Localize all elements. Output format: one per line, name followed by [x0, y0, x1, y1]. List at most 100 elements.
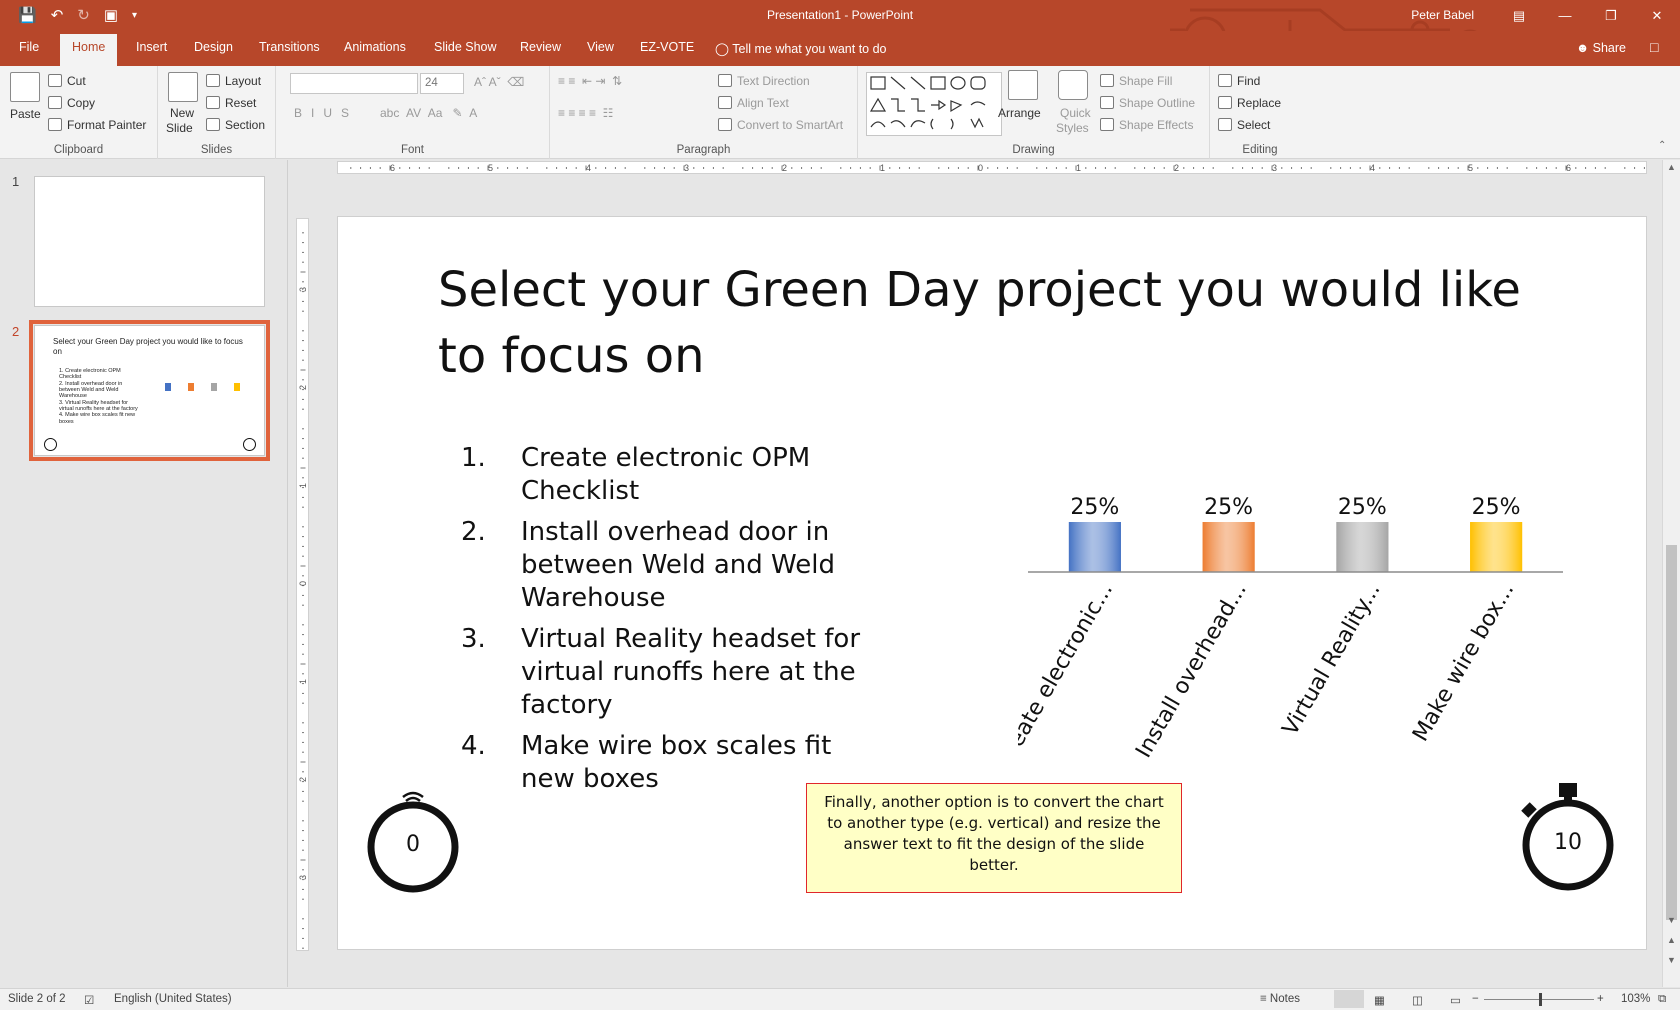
slide-show-icon[interactable]: ▭ — [1450, 993, 1461, 1007]
text-direction-button[interactable]: Text Direction — [718, 74, 810, 88]
ruler-label: 3 — [684, 163, 689, 173]
tab-review[interactable]: Review — [520, 40, 561, 54]
copy-button[interactable]: Copy — [48, 96, 95, 110]
format-painter-button[interactable]: Format Painter — [48, 118, 146, 132]
arrange-button[interactable]: Arrange — [998, 106, 1041, 120]
reading-view-icon[interactable]: ◫ — [1412, 993, 1423, 1007]
pen-icon — [1100, 96, 1114, 109]
previous-slide-icon[interactable]: ▲ — [1667, 935, 1676, 945]
shape-fill-button[interactable]: Shape Fill — [1100, 74, 1172, 88]
font-group-label: Font — [400, 144, 424, 156]
tab-transitions[interactable]: Transitions — [259, 40, 320, 54]
slide-thumbnail-2[interactable]: Select your Green Day project you would … — [29, 320, 270, 461]
quick-styles-button[interactable]: Quick — [1060, 106, 1091, 120]
instructions-note[interactable]: Finally, another option is to convert th… — [806, 783, 1182, 893]
comments-icon[interactable]: □ — [1650, 39, 1658, 55]
tab-insert[interactable]: Insert — [136, 40, 167, 54]
grow-font-button[interactable]: Aˆ Aˇ ⌫ — [474, 75, 524, 89]
zoom-in-icon[interactable]: + — [1597, 993, 1604, 1005]
paste-icon[interactable] — [10, 72, 40, 102]
thumb-timer-right — [243, 438, 256, 451]
project-list[interactable]: 1. Create electronic OPM Checklist 2. Inst… — [461, 442, 881, 804]
slide-number-1: 1 — [12, 174, 20, 189]
tab-design[interactable]: Design — [194, 40, 233, 54]
slide-number-2: 2 — [12, 324, 20, 339]
strikethrough-button[interactable]: abc AV Aa ✎ A — [380, 106, 477, 120]
tab-ez-vote[interactable]: EZ-VOTE — [640, 40, 694, 54]
tab-slide-show[interactable]: Slide Show — [434, 40, 497, 54]
countdown-timer[interactable]: 10 — [1513, 783, 1623, 903]
quick-styles-button-line2[interactable]: Styles — [1056, 121, 1089, 135]
spell-check-icon[interactable]: ☑ — [84, 993, 94, 1007]
vertical-scrollbar[interactable]: ▲ ▼ ▲ ▼ — [1662, 160, 1680, 987]
notes-button[interactable]: ≡ Notes — [1260, 993, 1300, 1005]
quick-styles-icon[interactable] — [1058, 70, 1088, 100]
minimize-icon[interactable]: — — [1542, 0, 1588, 31]
cut-label: Cut — [67, 74, 86, 88]
find-button[interactable]: Find — [1218, 74, 1260, 88]
next-slide-icon[interactable]: ▼ — [1667, 955, 1676, 965]
font-size-combo[interactable]: 24 — [420, 73, 464, 94]
section-button[interactable]: Section — [206, 118, 265, 132]
slides-group-label: Slides — [200, 144, 233, 156]
shape-effects-button[interactable]: Shape Effects — [1100, 118, 1194, 132]
paste-button[interactable]: Paste — [10, 107, 41, 121]
ruler-label: 1 — [298, 483, 308, 488]
tab-animations[interactable]: Animations — [344, 40, 406, 54]
list-item-text: Create electronic OPM Checklist — [521, 443, 811, 506]
arrange-icon[interactable] — [1008, 70, 1038, 100]
font-format-buttons[interactable]: BIUS — [294, 106, 358, 120]
scroll-down-icon[interactable]: ▼ — [1667, 915, 1676, 925]
align-text-button[interactable]: Align Text — [718, 96, 789, 110]
new-slide-button-line2[interactable]: Slide — [166, 121, 193, 135]
ruler-label: 3 — [298, 875, 308, 880]
drawing-group: Arrange Quick Styles Shape Fill Shape Ou… — [858, 66, 1210, 159]
cut-button[interactable]: Cut — [48, 74, 86, 88]
new-slide-button[interactable]: New — [170, 106, 194, 120]
share-button[interactable]: ☻ Share — [1576, 41, 1626, 55]
copy-icon — [48, 96, 62, 109]
font-name-combo[interactable] — [290, 73, 418, 94]
collapse-ribbon-icon[interactable]: ⌃ — [1658, 140, 1666, 151]
convert-smartart-button[interactable]: Convert to SmartArt — [718, 118, 843, 132]
horizontal-ruler[interactable]: 6 5 4 3 2 1 0 1 2 3 4 5 6 — [337, 161, 1647, 174]
tab-view[interactable]: View — [587, 40, 614, 54]
ruler-label: 1 — [298, 679, 308, 684]
reset-button[interactable]: Reset — [206, 96, 256, 110]
align-buttons[interactable]: ≡ ≡ ≡ ≡ ☷ — [558, 106, 613, 120]
bullets-button[interactable]: ≡ ≡ ⇤ ⇥ ⇅ — [558, 74, 622, 88]
zoom-slider-knob[interactable] — [1539, 993, 1542, 1006]
shape-effects-label: Shape Effects — [1119, 118, 1194, 132]
vertical-ruler[interactable]: 3 2 1 0 1 2 3 — [296, 218, 309, 951]
brush-icon — [48, 118, 62, 131]
select-button[interactable]: Select — [1218, 118, 1270, 132]
zoom-level[interactable]: 103% — [1621, 993, 1650, 1005]
restore-icon[interactable]: ❐ — [1588, 0, 1634, 31]
replace-button[interactable]: Replace — [1218, 96, 1281, 110]
tab-file[interactable]: File — [19, 40, 39, 54]
slide-title[interactable]: Select your Green Day project you would … — [438, 257, 1558, 389]
normal-view-button[interactable] — [1334, 990, 1364, 1008]
list-item: 3. Virtual Reality headset for virtual ru… — [461, 623, 881, 722]
slide-sorter-icon[interactable]: ▦ — [1374, 993, 1385, 1007]
language-indicator[interactable]: English (United States) — [114, 993, 232, 1005]
cursor-icon — [1218, 118, 1232, 131]
shape-outline-button[interactable]: Shape Outline — [1100, 96, 1195, 110]
scrollbar-thumb[interactable] — [1666, 545, 1677, 920]
tab-home[interactable]: Home — [60, 34, 118, 66]
slide-thumbnail-1[interactable] — [34, 176, 265, 307]
tell-me-search[interactable]: ◯ Tell me what you want to do — [715, 41, 887, 56]
scroll-up-icon[interactable]: ▲ — [1667, 162, 1676, 172]
person-icon: ☻ — [1576, 41, 1590, 55]
new-slide-icon[interactable] — [168, 72, 198, 102]
slide-canvas[interactable]: Select your Green Day project you would … — [337, 216, 1647, 950]
layout-button[interactable]: Layout — [206, 74, 261, 88]
response-counter[interactable]: 0 — [366, 787, 476, 907]
results-chart[interactable]: 25% Create electronic... 25% Install overhe… — [1018, 492, 1578, 792]
shapes-gallery[interactable] — [866, 72, 1002, 136]
zoom-out-icon[interactable]: − — [1472, 993, 1479, 1005]
list-item-text: Virtual Reality headset for virtual runo… — [521, 624, 861, 720]
thumb-timer-left — [44, 438, 57, 451]
close-icon[interactable]: ✕ — [1634, 0, 1680, 31]
fit-slide-icon[interactable]: ⧉ — [1658, 993, 1666, 1006]
